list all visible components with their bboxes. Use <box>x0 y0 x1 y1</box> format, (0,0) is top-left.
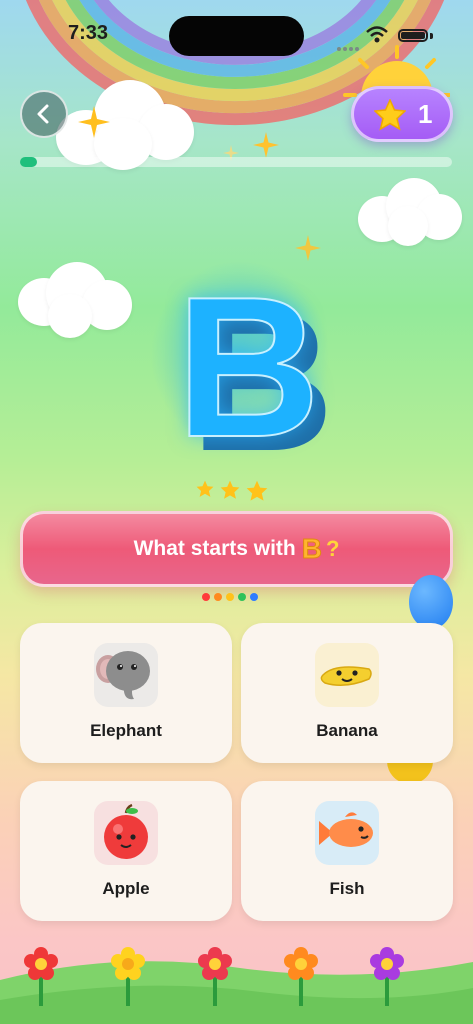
question-suffix: ? <box>325 536 340 561</box>
pagination-dot <box>214 593 222 601</box>
question-letter: B <box>301 533 322 565</box>
game-screen: 7:33 1 B B What starts with B ? Elephant… <box>0 0 473 1024</box>
pagination-dots <box>202 593 258 601</box>
pagination-dot <box>250 593 258 601</box>
question-prefix: What starts with <box>133 537 296 560</box>
banana-icon <box>315 643 379 707</box>
answer-label: Apple <box>102 879 150 898</box>
flower-decoration <box>21 946 61 1006</box>
signal-icon <box>337 38 361 56</box>
flower-decoration <box>367 946 407 1006</box>
rating-star-icon <box>246 480 268 501</box>
answer-label: Banana <box>316 721 378 740</box>
rating-star-icon <box>220 480 240 499</box>
rating-stars <box>196 480 268 502</box>
chevron-left-icon <box>37 104 49 124</box>
apple-icon <box>94 801 158 865</box>
pagination-dot <box>238 593 246 601</box>
battery-tip <box>430 33 433 39</box>
status-time: 7:33 <box>68 22 109 44</box>
cloud-decoration <box>358 178 464 250</box>
answer-card-apple[interactable]: Apple <box>20 781 232 921</box>
fish-icon <box>315 801 379 865</box>
pagination-dot <box>226 593 234 601</box>
wifi-icon <box>366 26 388 43</box>
sparkle-icon <box>253 132 279 158</box>
answer-card-banana[interactable]: Banana <box>241 623 453 763</box>
dynamic-island <box>169 16 304 56</box>
sparkle-icon <box>78 106 110 138</box>
flower-decoration <box>281 946 321 1006</box>
question-banner: What starts with B ? <box>20 511 453 587</box>
answer-label: Fish <box>329 879 365 898</box>
cloud-decoration <box>18 262 134 342</box>
balloon-decoration <box>409 575 453 629</box>
answer-card-elephant[interactable]: Elephant <box>20 623 232 763</box>
score-badge: 1 <box>351 86 453 142</box>
elephant-icon <box>94 643 158 707</box>
answer-label: Elephant <box>90 721 162 740</box>
progress-bar <box>20 157 452 167</box>
battery-icon <box>398 29 428 42</box>
pagination-dot <box>202 593 210 601</box>
flower-decoration <box>195 946 235 1006</box>
answer-card-fish[interactable]: Fish <box>241 781 453 921</box>
rating-star-icon <box>196 480 214 497</box>
progress-fill <box>20 157 38 167</box>
star-icon <box>374 99 406 131</box>
back-button[interactable] <box>20 90 68 138</box>
flower-decoration <box>108 946 148 1006</box>
score-value: 1 <box>418 99 433 129</box>
target-letter[interactable]: B <box>175 267 321 469</box>
question-text: What starts with B ? <box>23 514 450 584</box>
